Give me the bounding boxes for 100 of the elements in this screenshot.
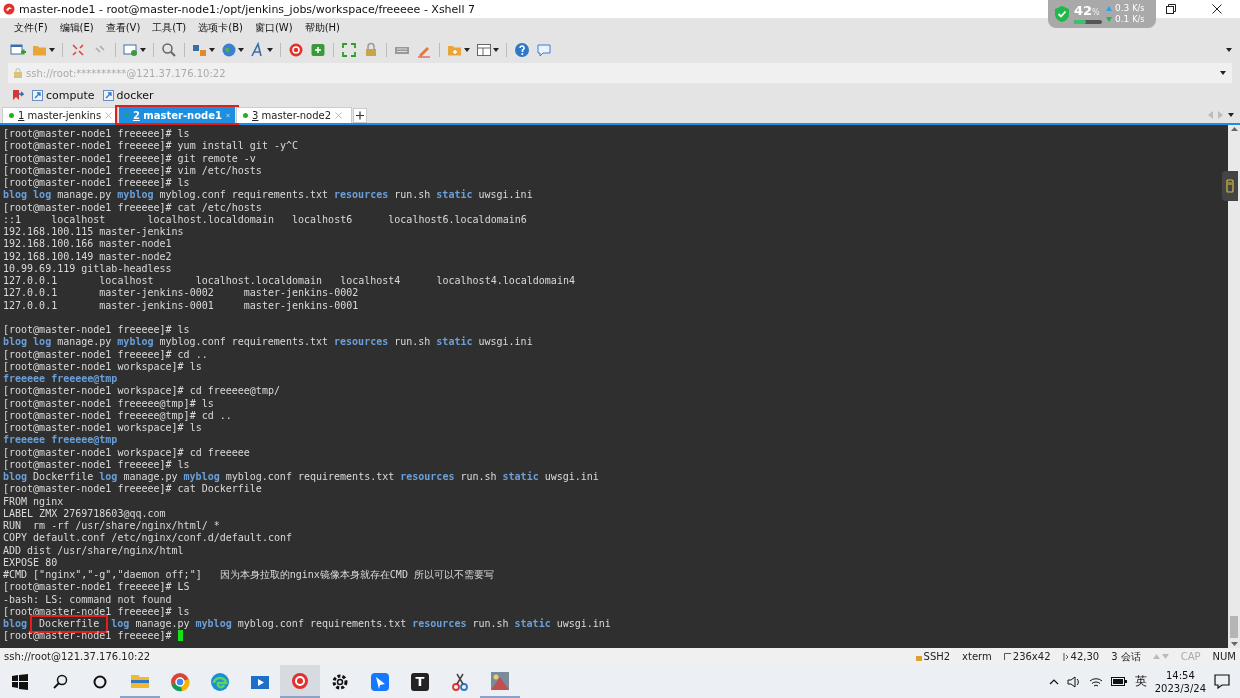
scrollbar-thumb[interactable]: [1230, 616, 1238, 638]
file-name: run.sh: [394, 189, 431, 202]
directory-name: static: [436, 336, 473, 349]
terminal-line: [root@master-node1 freeeee@tmp]# cd ..: [3, 409, 232, 421]
chat-icon[interactable]: [536, 42, 552, 58]
properties-icon[interactable]: [123, 42, 139, 58]
terminal-line: 192.168.100.166 master-node1: [3, 238, 172, 250]
tab[interactable]: 2 master-node1: [119, 107, 235, 123]
status-text: 42,30: [1070, 651, 1100, 662]
caret-icon[interactable]: [1220, 71, 1226, 75]
circle-icon[interactable]: [93, 674, 107, 689]
caret-icon[interactable]: [238, 48, 244, 52]
speed-unit: K/s: [1132, 3, 1145, 14]
scissors-icon[interactable]: [450, 671, 470, 692]
volume-icon[interactable]: [1066, 675, 1081, 688]
terminal-line: [root@master-node1 workspace]# ls: [3, 360, 202, 372]
file-name: manage.py: [57, 189, 112, 202]
menu-item[interactable]: 选项卡(B): [194, 20, 247, 36]
caret-icon[interactable]: [1226, 48, 1232, 52]
directory-name: blog: [3, 336, 28, 349]
file-transfer-icon[interactable]: [310, 42, 326, 58]
tab[interactable]: 1 master-jenkins: [2, 107, 118, 123]
terminal-line: COPY default.conf /etc/nginx/conf.d/default.conf: [3, 532, 292, 544]
terminal-line: [root@master-node1 freeeee]# ls: [3, 177, 190, 188]
caret-icon[interactable]: [493, 48, 499, 52]
key-indicator: NUM: [1212, 651, 1236, 662]
bookmark-icon[interactable]: [12, 89, 24, 101]
scrollbar[interactable]: [1228, 125, 1240, 648]
shield-icon: [1054, 5, 1070, 23]
link[interactable]: docker: [102, 88, 154, 102]
file-name: Dockerfile: [33, 471, 94, 484]
directory-name: static: [514, 618, 551, 631]
menu-item[interactable]: 窗口(W): [250, 20, 297, 36]
new-session-icon[interactable]: [10, 42, 26, 58]
arrow-up-icon[interactable]: [1230, 127, 1238, 131]
menu-item[interactable]: 文件(F): [10, 20, 52, 36]
clock-date[interactable]: 2023/3/24: [1154, 681, 1206, 695]
input-method-indicator[interactable]: 英: [1134, 673, 1147, 690]
notification-icon[interactable]: [1214, 674, 1230, 689]
app-icon[interactable]: T: [411, 672, 429, 691]
caret-icon[interactable]: [1228, 113, 1234, 117]
menu-item[interactable]: 查看(V): [101, 20, 145, 36]
file-name: myblog.conf: [225, 471, 292, 484]
menu-item[interactable]: 工具(T): [148, 20, 191, 36]
link[interactable]: compute: [32, 88, 95, 102]
arrow-down-icon[interactable]: [1230, 642, 1238, 646]
fullscreen-icon[interactable]: [341, 42, 357, 58]
terminal-line: ::1 localhost localhost.localdomain localhost6 localhost6.localdomain6: [3, 213, 527, 225]
caret-icon[interactable]: [140, 48, 146, 52]
file-name: uwsgi.ini: [478, 336, 533, 349]
arrow-down-icon: [1161, 654, 1169, 659]
shortcut-icon: [32, 89, 43, 101]
file-name: requirements.txt: [297, 471, 395, 484]
directory-name: freeeee: [3, 434, 46, 447]
terminal-line: 10.99.69.119 gitlab-headless: [3, 262, 172, 274]
disconnect-icon[interactable]: [70, 42, 86, 58]
caret-icon[interactable]: [267, 48, 273, 52]
browser-icon[interactable]: [210, 671, 230, 692]
terminal-line: [root@master-node1 freeeee@tmp]# ls: [3, 397, 214, 409]
image-viewer-icon[interactable]: [490, 670, 510, 691]
directory-name: blog: [3, 189, 28, 202]
directory-name: static: [436, 189, 473, 202]
start-icon[interactable]: [12, 673, 28, 690]
add-tab-icon[interactable]: [353, 108, 367, 123]
caret-icon[interactable]: [209, 48, 215, 52]
menu-item[interactable]: 帮助(H): [300, 20, 344, 36]
clock-time[interactable]: 14:54: [1165, 668, 1195, 682]
status-text: 236x42: [1012, 651, 1051, 662]
usb-icon: [1226, 179, 1234, 193]
terminal-line: EXPOSE 80: [3, 556, 58, 568]
menu-item[interactable]: 编辑(E): [55, 20, 98, 36]
layout-icon[interactable]: [476, 42, 492, 58]
arrow-app-icon[interactable]: [370, 671, 390, 692]
chevron-up-icon[interactable]: [1048, 678, 1059, 685]
browser-icon[interactable]: [170, 671, 190, 692]
close-icon[interactable]: [1212, 4, 1222, 14]
terminal-line: 127.0.0.1 master-jenkins-0001 master-jenkins-0001: [3, 299, 359, 311]
file-name: requirements.txt: [309, 618, 407, 631]
terminal-line: 192.168.100.149 master-node2: [3, 250, 172, 262]
caret-icon[interactable]: [464, 48, 470, 52]
directory-name: resources: [412, 618, 467, 631]
file-name: myblog.conf: [237, 618, 304, 631]
file-name: myblog.conf: [159, 336, 226, 349]
help-icon[interactable]: [514, 42, 530, 58]
directory-name: blog: [3, 618, 28, 631]
file-name: requirements.txt: [231, 189, 329, 202]
search-icon[interactable]: [52, 674, 68, 689]
directory-name: resources: [400, 471, 455, 484]
terminal-line: [root@master-node1 workspace]# cd freeeee: [3, 446, 250, 458]
status-text: xterm: [962, 651, 992, 662]
wifi-icon[interactable]: [1088, 675, 1103, 688]
tab[interactable]: 3 master-node2: [236, 107, 352, 123]
caret-icon[interactable]: [49, 48, 55, 52]
side-panel-handle[interactable]: [1222, 171, 1238, 201]
terminal-line: [root@master-node1 workspace]# ls: [3, 422, 202, 433]
transfer-icon[interactable]: [192, 42, 208, 58]
directory-name: log: [33, 336, 52, 349]
battery-icon[interactable]: [1110, 677, 1127, 686]
terminal-line: #CMD ["nginx","-g","daemon off;"] 因为本身拉取的nginx镜像本身就存在CMD 所以可以不需要写: [3, 569, 494, 580]
restore-icon[interactable]: [1166, 4, 1176, 14]
